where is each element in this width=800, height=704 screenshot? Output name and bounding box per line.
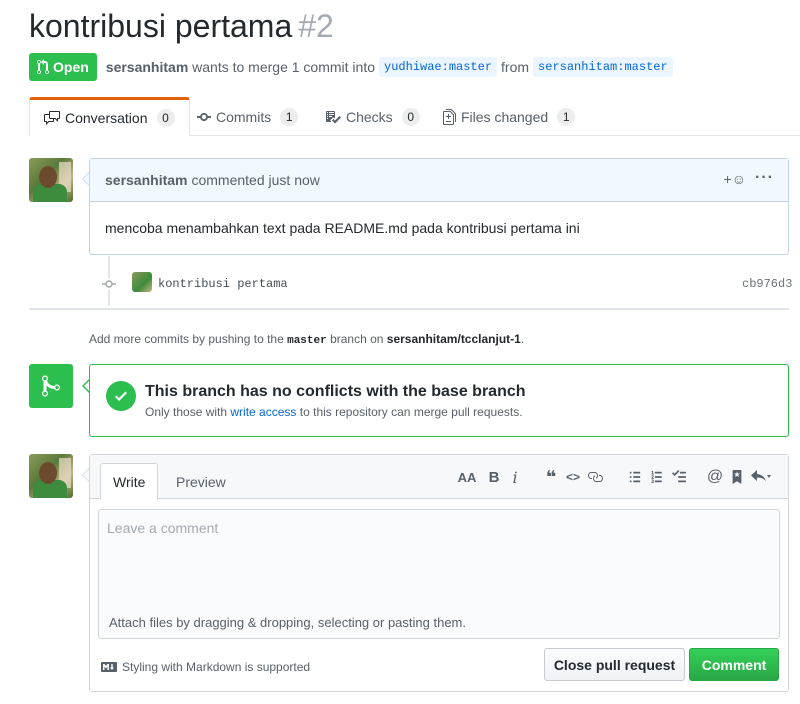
git-commit-icon	[197, 112, 211, 121]
italic-icon[interactable]: i	[508, 467, 522, 487]
markdown-note[interactable]: Styling with Markdown is supported	[101, 660, 310, 674]
code-icon[interactable]: <>	[562, 467, 584, 487]
add-reaction-icon[interactable]: +☺	[724, 171, 746, 187]
tab-conversation[interactable]: Conversation 0	[29, 97, 190, 137]
markdown-icon	[101, 662, 117, 672]
ordered-list-icon[interactable]	[646, 467, 668, 487]
bold-icon[interactable]: B	[484, 467, 504, 487]
commit-message[interactable]: kontribusi pertama	[158, 277, 288, 291]
pull-request-icon	[37, 59, 49, 75]
merge-sub-suffix: to this repository can merge pull reques…	[299, 405, 523, 419]
comment-textarea[interactable]: Leave a comment	[98, 509, 780, 609]
add-commits-suffix: .	[520, 332, 525, 346]
merge-sub-prefix: Only those with	[145, 405, 228, 419]
pr-summary: sersanhitam wants to merge 1 commit into	[106, 59, 375, 75]
markdown-toolbar: AA B i ❝ <> @	[456, 467, 774, 487]
checklist-icon	[326, 110, 341, 123]
markdown-note-text: Styling with Markdown is supported	[122, 660, 311, 674]
reply-icon[interactable]	[748, 467, 774, 487]
merge-text: wants to merge 1 commit into	[192, 59, 376, 75]
pr-number: #2	[298, 8, 334, 44]
comment-body: mencoba menambahkan text pada README.md …	[105, 220, 580, 236]
tab-counter: 1	[557, 107, 576, 126]
add-commits-prefix: Add more commits by pushing to the	[89, 332, 284, 346]
tab-write[interactable]: Write	[100, 463, 159, 500]
avatar[interactable]	[29, 158, 73, 202]
merge-status-box: This branch has no conflicts with the ba…	[89, 364, 789, 437]
check-icon	[106, 381, 136, 411]
pr-title: kontribusi pertama #2	[29, 8, 334, 45]
new-comment-header: Write Preview AA B i ❝ <> @	[90, 455, 788, 500]
pr-meta: Open sersanhitam wants to merge 1 commit…	[29, 53, 677, 81]
pr-author-link[interactable]: sersanhitam	[106, 59, 188, 75]
head-branch[interactable]: sersanhitam:master	[533, 57, 673, 77]
link-icon[interactable]	[584, 467, 606, 487]
tab-label: Conversation	[65, 110, 148, 126]
pr-tabs: Conversation 0 Commits 1 Checks 0 Files …	[29, 97, 800, 137]
add-commits-note: Add more commits by pushing to the maste…	[89, 332, 524, 347]
git-merge-icon	[29, 364, 73, 408]
tab-files-changed[interactable]: Files changed 1	[443, 97, 576, 136]
timeline-divider	[29, 308, 789, 310]
state-label: Open	[53, 59, 89, 75]
tab-counter: 1	[280, 107, 299, 126]
tab-checks[interactable]: Checks 0	[325, 97, 420, 136]
tab-commits[interactable]: Commits 1	[197, 97, 299, 136]
repo-link[interactable]: sersanhitam/tcclanjut-1	[387, 332, 521, 346]
tab-counter: 0	[156, 109, 175, 127]
header-icon[interactable]: AA	[456, 467, 478, 487]
bookmark-icon[interactable]	[726, 467, 748, 487]
comment-header: sersanhitam commented just now +☺ ···	[90, 159, 788, 202]
tab-counter: 0	[401, 107, 420, 126]
write-access-link[interactable]: write access	[230, 405, 296, 419]
add-commits-branch: master	[287, 335, 327, 347]
comment-button[interactable]: Comment	[689, 648, 779, 681]
unordered-list-icon[interactable]	[624, 467, 646, 487]
attach-files-bar[interactable]: Attach files by dragging & dropping, sel…	[98, 608, 780, 639]
comment-author[interactable]: sersanhitam	[105, 172, 187, 188]
comment-timestamp: commented just now	[191, 172, 320, 188]
commit-avatar[interactable]	[132, 272, 152, 292]
merge-status-title: This branch has no conflicts with the ba…	[145, 383, 526, 400]
merge-status-subtitle: Only those with write access to this rep…	[145, 405, 523, 419]
base-branch[interactable]: yudhiwae:master	[379, 57, 498, 77]
tab-label: Commits	[216, 108, 272, 125]
tab-preview[interactable]: Preview	[164, 463, 238, 500]
from-text: from	[501, 59, 530, 75]
comment-discussion-icon	[44, 111, 60, 125]
tab-label: Files changed	[461, 108, 549, 125]
tab-label: Checks	[346, 108, 393, 125]
task-list-icon[interactable]	[668, 467, 690, 487]
commit-sha[interactable]: cb976d3	[742, 277, 792, 291]
file-diff-icon	[443, 108, 456, 125]
more-options-icon[interactable]: ···	[755, 169, 774, 187]
quote-icon[interactable]: ❝	[540, 467, 562, 487]
close-pull-request-button[interactable]: Close pull request	[544, 648, 685, 681]
state-badge: Open	[29, 53, 97, 81]
mention-icon[interactable]: @	[704, 467, 726, 487]
avatar[interactable]	[29, 454, 73, 498]
new-comment-form: Write Preview AA B i ❝ <> @ Leave a comm…	[89, 454, 789, 692]
commit-dot-icon	[102, 278, 116, 290]
pr-title-text: kontribusi pertama	[29, 8, 293, 44]
add-commits-middle: branch on	[330, 332, 384, 346]
comment-box: sersanhitam commented just now +☺ ··· me…	[89, 158, 789, 255]
